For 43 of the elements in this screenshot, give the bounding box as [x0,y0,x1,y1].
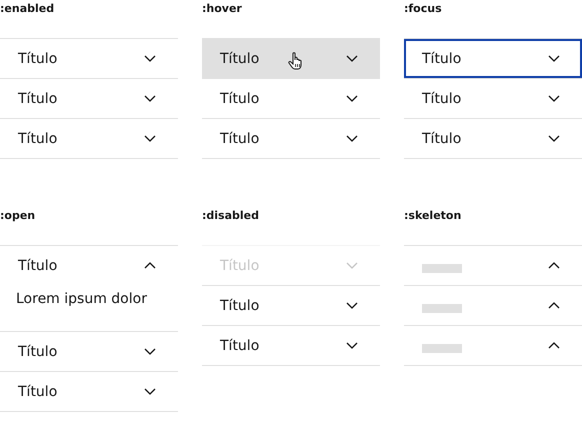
chevron-down-icon [548,134,560,142]
accordion-header[interactable]: Título [202,286,380,325]
accordion-header[interactable]: Título [0,372,178,411]
chevron-down-icon [346,262,358,270]
state-label: :enabled [0,1,54,17]
chevron-down-icon [346,94,358,102]
chevron-down-icon [144,134,156,142]
state-label: :focus [404,1,442,17]
accordion-header[interactable]: Título [0,79,178,118]
accordion-header[interactable]: Título [0,39,178,78]
skeleton-placeholder [422,344,462,353]
state-label: :skeleton [404,208,462,224]
accordion-header[interactable]: Título [202,119,380,158]
chevron-down-icon [346,54,358,62]
chevron-down-icon [144,388,156,396]
chevron-down-icon [548,94,560,102]
state-label: :hover [202,1,242,17]
accordion-header[interactable]: Título [404,39,582,78]
accordion-header[interactable]: Título [202,326,380,365]
chevron-up-icon [548,342,560,350]
chevron-down-icon [144,54,156,62]
accordion-header[interactable]: Título [0,246,178,285]
skeleton-placeholder [422,264,462,273]
accordion-header[interactable]: Título [404,119,582,158]
accordion-header[interactable]: Título [404,79,582,118]
state-label: :disabled [202,208,259,224]
accordion-header[interactable]: Título [202,79,380,118]
hand-cursor-icon [288,52,304,70]
skeleton-placeholder [422,304,462,313]
chevron-down-icon [346,134,358,142]
chevron-down-icon [548,54,560,62]
accordion-header[interactable]: Título [0,119,178,158]
chevron-up-icon [144,262,156,270]
chevron-down-icon [144,348,156,356]
accordion-content: Lorem ipsum dolor [15,290,148,309]
chevron-down-icon [346,302,358,310]
chevron-down-icon [144,94,156,102]
accordion-header[interactable]: Título [202,39,380,78]
chevron-down-icon [346,342,358,350]
chevron-up-icon [548,262,560,270]
state-label: :open [0,208,36,224]
accordion-header[interactable]: Título [0,332,178,371]
chevron-up-icon [548,302,560,310]
